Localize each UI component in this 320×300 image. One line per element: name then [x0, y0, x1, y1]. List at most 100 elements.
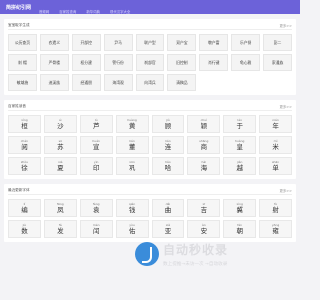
char-card[interactable]: yìn 印	[79, 157, 113, 175]
char-card[interactable]: xūn 巩	[115, 157, 149, 175]
generator-tile[interactable]: 清稿品	[167, 74, 197, 91]
section-title: 最近更新字体	[8, 188, 30, 192]
char-hanzi: 夏	[57, 164, 64, 172]
char-hanzi: 顾	[164, 122, 172, 130]
char-card[interactable]: xǐng 桓	[8, 115, 41, 133]
generator-tile[interactable]: 乐户餐	[231, 34, 261, 51]
nav-link-1[interactable]: 首频网	[39, 10, 49, 14]
char-hanzi: 董	[128, 143, 136, 151]
char-hanzi: 颖	[200, 122, 208, 130]
nav-link-2[interactable]: 百家姓查询	[59, 10, 76, 14]
char-card[interactable]: xìng 冀	[223, 199, 257, 217]
char-hanzi: 于	[236, 122, 243, 130]
page: 简拼纪引网 首频网 百家姓查询 新华词典 现代汉字大全 宝宝取字生成 更多>> …	[0, 0, 300, 300]
char-card[interactable]: sì 沙	[43, 115, 77, 133]
generator-tile[interactable]: 向湾兵	[135, 74, 165, 91]
char-hanzi: 米	[272, 143, 279, 151]
char-hanzi: 吉	[200, 206, 208, 214]
generator-tile[interactable]: 联户型	[135, 34, 165, 51]
char-card[interactable]: xī 吉	[187, 199, 221, 217]
watermark-title: 自动秒收录	[163, 243, 229, 257]
site-logo[interactable]: 简拼纪引网	[6, 4, 31, 11]
char-card[interactable]: nián 年	[259, 115, 292, 133]
char-card[interactable]: hǎo 哈	[151, 157, 185, 175]
char-card[interactable]: mǐ 米	[259, 136, 292, 154]
generator-tile[interactable]: 权分建	[71, 54, 101, 71]
generator-tile[interactable]: 经通朋	[71, 74, 101, 91]
more-link[interactable]: 更多>>	[280, 188, 292, 193]
char-hanzi: 凤	[57, 206, 64, 214]
char-card[interactable]: lǐ 编	[8, 199, 41, 217]
char-card[interactable]: xià 夏	[43, 157, 77, 175]
char-hanzi: 冀	[236, 206, 243, 214]
char-grid: xǐng 桓 sì 沙 lú 芦 huàng 黄 jiǔ 顾 chuí 颖 láo 于 nián 年 chén 阅…	[8, 115, 292, 175]
char-card[interactable]: fù 射	[259, 199, 292, 217]
more-link[interactable]: 更多>>	[280, 104, 292, 109]
char-card[interactable]: lián 连	[151, 136, 185, 154]
char-hanzi: 连	[164, 143, 172, 151]
char-card[interactable]: jiù 数	[8, 220, 41, 238]
char-card[interactable]: jiǎn 越	[223, 157, 257, 175]
char-hanzi: 海	[200, 164, 208, 172]
char-hanzi: 桓	[21, 122, 28, 130]
generator-tile[interactable]: 敬户富	[199, 34, 229, 51]
nav-link-3[interactable]: 新华词典	[86, 10, 100, 14]
more-link[interactable]: 更多>>	[280, 23, 292, 28]
char-hanzi: 印	[92, 164, 100, 172]
char-hanzi: 黄	[128, 122, 136, 130]
generator-tile[interactable]: 农遗义	[39, 34, 69, 51]
char-card[interactable]: mén 闰	[79, 220, 113, 238]
generator-tile[interactable]: 尹马	[103, 34, 133, 51]
generator-tile[interactable]: 迪溪族	[39, 74, 69, 91]
generator-tile[interactable]: 肖行键	[199, 54, 229, 71]
generator-tile[interactable]: 龟心雅	[231, 54, 261, 71]
section-title: 百家姓读音	[8, 104, 26, 108]
nav-link-4[interactable]: 现代汉字大全	[110, 10, 130, 14]
watermark: 自动秒收录 数上提推→未访一次 →自动收录	[135, 234, 295, 274]
char-hanzi: 皇	[236, 143, 243, 151]
generator-tile[interactable]: 敏域施	[8, 74, 37, 91]
char-card[interactable]: dǎi 曲	[151, 199, 185, 217]
char-hanzi: 越	[236, 164, 243, 172]
generator-tile[interactable]: 海湾观	[103, 74, 133, 91]
generator-tile[interactable]: 刹部官	[135, 54, 165, 71]
generator-tile[interactable]: 彭二	[263, 34, 292, 51]
char-card[interactable]: huàng 黄	[115, 115, 149, 133]
generator-tile[interactable]: 旧控制	[167, 54, 197, 71]
tile-grid: 公历查页 农遗义 开部控 尹马 联户型 双户宝 敬户富 乐户餐 彭二刹 帽严骨楼 权分建 警行份 刹部…	[8, 34, 292, 91]
char-card[interactable]: hǎi 海	[187, 157, 221, 175]
char-card[interactable]: qián 钱	[115, 199, 149, 217]
char-card[interactable]: jiǔ 顾	[151, 115, 185, 133]
char-card[interactable]: sū 苏	[43, 136, 77, 154]
char-card[interactable]: zhǒu 徐	[8, 157, 41, 175]
char-card[interactable]: chén 阅	[8, 136, 41, 154]
char-card[interactable]: shān 单	[259, 157, 292, 175]
generator-tile[interactable]: 开部控	[71, 34, 101, 51]
char-card[interactable]: huán 宣	[79, 136, 113, 154]
char-card[interactable]: lú 芦	[79, 115, 113, 133]
char-card[interactable]: shāng 商	[187, 136, 221, 154]
char-card[interactable]: fēng 凤	[43, 199, 77, 217]
generator-tile[interactable]: 严骨楼	[39, 54, 69, 71]
generator-tile[interactable]: 警行份	[103, 54, 133, 71]
watermark-subtitle: 数上提推→未访一次 →自动收录	[163, 262, 228, 267]
generator-tile[interactable]: 家通族	[263, 54, 292, 71]
char-hanzi: 曲	[164, 206, 172, 214]
char-hanzi: 徐	[21, 164, 28, 172]
char-card[interactable]: láo 于	[223, 115, 257, 133]
generator-tile[interactable]: 公历查页	[8, 34, 37, 51]
char-card[interactable]: fǎ 发	[43, 220, 77, 238]
char-hanzi: 巩	[128, 164, 136, 172]
char-hanzi: 年	[272, 122, 279, 130]
char-hanzi: 单	[272, 164, 279, 172]
char-hanzi: 沙	[57, 122, 64, 130]
char-card[interactable]: lián 董	[115, 136, 149, 154]
main-nav: 首频网 百家姓查询 新华词典 现代汉字大全	[39, 0, 135, 17]
char-card[interactable]: fèng 袁	[79, 199, 113, 217]
char-card[interactable]: chuí 颖	[187, 115, 221, 133]
generator-tile[interactable]: 双户宝	[167, 34, 197, 51]
char-card[interactable]: huáng 皇	[223, 136, 257, 154]
top-nav-bar: 简拼纪引网 首频网 百家姓查询 新华词典 现代汉字大全	[0, 0, 300, 14]
char-hanzi: 袁	[92, 206, 100, 214]
generator-tile[interactable]: 刹 帽	[8, 54, 37, 71]
